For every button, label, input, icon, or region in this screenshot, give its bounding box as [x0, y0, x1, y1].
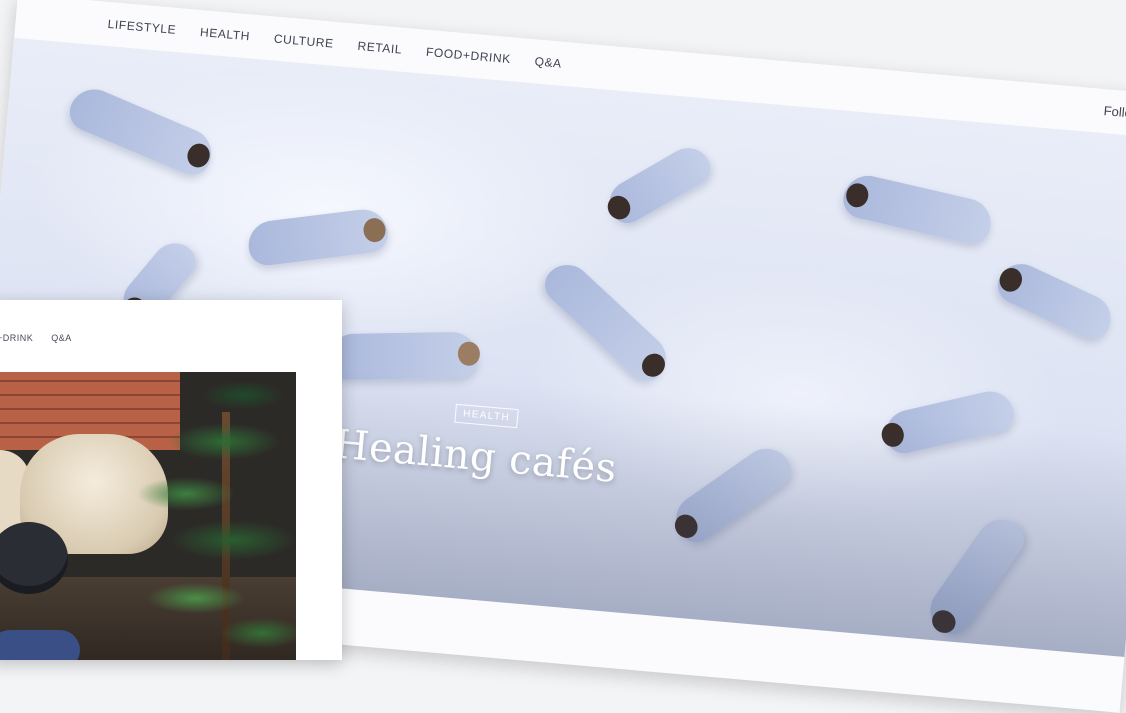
- hero-figure: [601, 139, 717, 230]
- nav-item-lifestyle[interactable]: LIFESTYLE: [107, 17, 177, 37]
- hero-figure: [537, 255, 676, 389]
- follow-link[interactable]: Follo: [1103, 103, 1126, 120]
- hero-figure: [920, 509, 1032, 642]
- nav-item-food-drink[interactable]: D+DRINK: [0, 333, 33, 343]
- hero-figure: [991, 256, 1119, 345]
- hero-figure: [63, 81, 220, 181]
- secondary-site-screenshot: D+DRINK Q&A: [0, 300, 342, 660]
- hero-figure: [879, 386, 1018, 457]
- hero-figure: [245, 206, 391, 268]
- secondary-navigation: D+DRINK Q&A: [0, 328, 90, 348]
- nav-item-food-drink[interactable]: FOOD+DRINK: [425, 45, 511, 66]
- hero-figure: [666, 438, 798, 550]
- hero-figure: [327, 331, 481, 381]
- nav-item-health[interactable]: HEALTH: [200, 25, 251, 43]
- hero-figure: [839, 170, 996, 248]
- nav-item-qa[interactable]: Q&A: [534, 54, 562, 70]
- nav-item-retail[interactable]: RETAIL: [357, 39, 403, 57]
- nav-item-culture[interactable]: CULTURE: [273, 32, 334, 51]
- nav-item-qa[interactable]: Q&A: [51, 333, 72, 343]
- cafe-interior-image[interactable]: [0, 372, 296, 660]
